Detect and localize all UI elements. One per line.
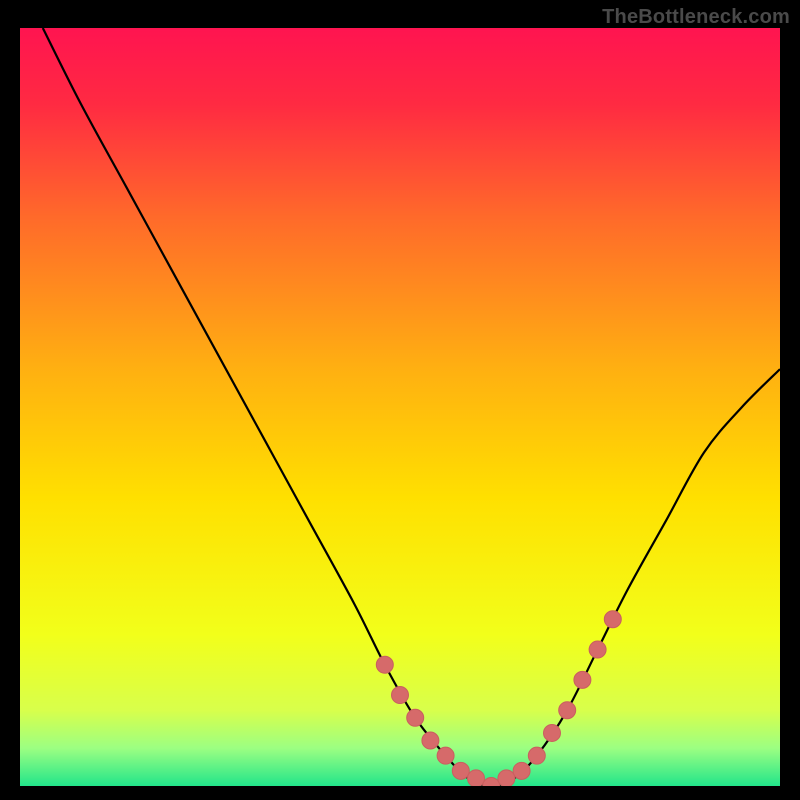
marker-point [452,762,469,779]
marker-point [422,732,439,749]
plot-area [20,28,780,786]
marker-point [513,762,530,779]
marker-point [589,641,606,658]
gradient-background [20,28,780,786]
marker-point [528,747,545,764]
marker-point [604,611,621,628]
marker-point [468,770,485,786]
marker-point [392,687,409,704]
watermark-text: TheBottleneck.com [602,6,790,29]
marker-point [574,671,591,688]
marker-point [437,747,454,764]
chart-stage: TheBottleneck.com [0,0,800,800]
marker-point [559,702,576,719]
marker-point [544,724,561,741]
marker-point [376,656,393,673]
chart-svg [20,28,780,786]
marker-point [498,770,515,786]
marker-point [407,709,424,726]
